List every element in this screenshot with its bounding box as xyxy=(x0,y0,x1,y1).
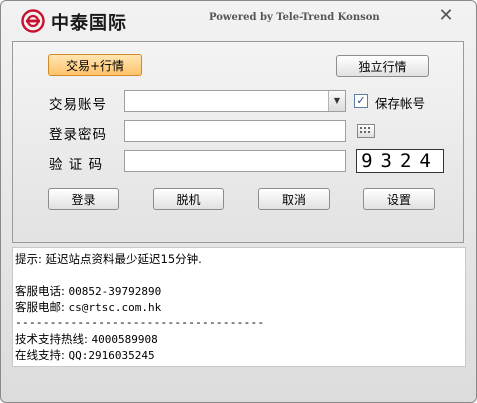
password-label: 登录密码 xyxy=(49,127,107,143)
service-email: cs@rtsc.com.hk xyxy=(68,301,162,314)
login-window: 中泰国际 Powered by Tele-Trend Konson ✕ 交易+行… xyxy=(0,0,477,403)
keyboard-icon[interactable] xyxy=(357,124,375,138)
delay-hint: 提示: 延迟站点资料最少延迟15分钟. xyxy=(15,252,202,266)
settings-button[interactable]: 设置 xyxy=(363,188,435,210)
online-support: QQ:2916035245 xyxy=(68,349,155,362)
account-label: 交易账号 xyxy=(49,97,107,113)
save-account-checkbox[interactable]: ✓ xyxy=(354,94,368,108)
checkmark-icon: ✓ xyxy=(356,94,366,107)
divider-line: ------------------------------------ xyxy=(15,315,265,329)
login-button[interactable]: 登录 xyxy=(48,188,119,210)
cancel-button[interactable]: 取消 xyxy=(258,188,330,210)
captcha-image[interactable]: 9324 xyxy=(356,149,444,173)
title-bar: 中泰国际 Powered by Tele-Trend Konson ✕ xyxy=(1,1,476,37)
standalone-quote-button[interactable]: 独立行情 xyxy=(336,55,429,77)
save-account-label: 保存帐号 xyxy=(375,96,426,111)
captcha-field[interactable] xyxy=(124,150,346,172)
offline-button[interactable]: 脱机 xyxy=(153,188,224,210)
trade-quote-button[interactable]: 交易+行情 xyxy=(48,54,142,76)
close-icon[interactable]: ✕ xyxy=(437,7,455,25)
support-hotline-line: 技术支持热线: 4000589908 xyxy=(15,331,158,347)
online-support-line: 在线支持: QQ:2916035245 xyxy=(15,347,155,363)
chevron-down-icon[interactable]: ▼ xyxy=(328,91,345,111)
service-phone: 00852-39792890 xyxy=(68,285,162,298)
support-hotline-label: 技术支持热线: xyxy=(15,332,92,346)
brand-name: 中泰国际 xyxy=(51,13,127,34)
support-hotline: 4000589908 xyxy=(91,333,158,346)
account-select[interactable]: ▼ xyxy=(124,90,346,112)
powered-by-text: Powered by Tele-Trend Konson xyxy=(209,12,380,23)
info-panel: 提示: 延迟站点资料最少延迟15分钟. 客服电话: 00852-39792890… xyxy=(12,247,466,367)
password-field[interactable] xyxy=(124,120,346,142)
service-phone-line: 客服电话: 00852-39792890 xyxy=(15,283,161,299)
login-panel: 交易+行情 独立行情 交易账号 ▼ ✓ 保存帐号 登录密码 验 证 码 9324… xyxy=(12,41,464,243)
service-email-line: 客服电邮: cs@rtsc.com.hk xyxy=(15,299,161,315)
online-support-label: 在线支持: xyxy=(15,348,69,362)
service-phone-label: 客服电话: xyxy=(15,284,69,298)
ring-logo-icon xyxy=(21,9,45,33)
captcha-label: 验 证 码 xyxy=(49,157,104,173)
service-email-label: 客服电邮: xyxy=(15,300,69,314)
